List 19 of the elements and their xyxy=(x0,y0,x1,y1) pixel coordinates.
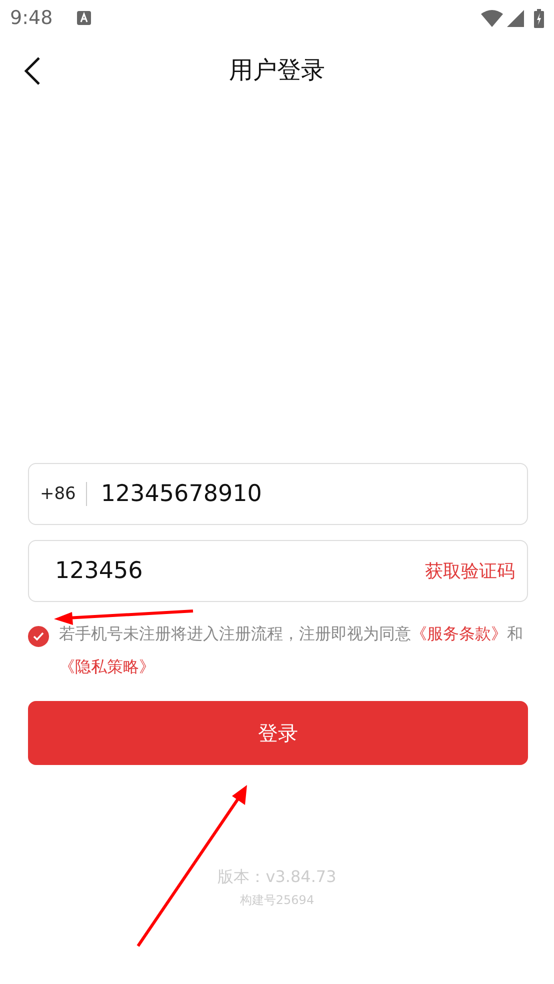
signal-icon xyxy=(507,10,524,26)
terms-link[interactable]: 《服务条款》 xyxy=(411,624,507,643)
notification-icon xyxy=(76,11,91,25)
terms-link[interactable]: 《隐私策略》 xyxy=(59,657,155,676)
phone-field[interactable]: +86 12345678910 xyxy=(28,463,528,525)
check-icon xyxy=(33,632,44,641)
phone-input[interactable]: 12345678910 xyxy=(100,481,527,507)
status-time: 9:48 xyxy=(10,7,53,29)
agreement-text: 若手机号未注册将进入注册流程，注册即视为同意《服务条款》和 《隐私策略》 xyxy=(59,623,524,678)
get-code-link[interactable]: 获取验证码 xyxy=(425,559,515,583)
back-icon[interactable] xyxy=(22,56,42,86)
login-button[interactable]: 登录 xyxy=(28,701,528,765)
agreement-checkbox[interactable] xyxy=(28,626,49,647)
country-code[interactable]: +86 xyxy=(29,482,87,506)
code-field[interactable]: 123456 获取验证码 xyxy=(28,540,528,602)
battery-icon xyxy=(534,8,544,28)
wifi-icon xyxy=(481,10,503,26)
code-input[interactable]: 123456 xyxy=(55,558,425,584)
page-title: 用户登录 xyxy=(229,55,325,86)
